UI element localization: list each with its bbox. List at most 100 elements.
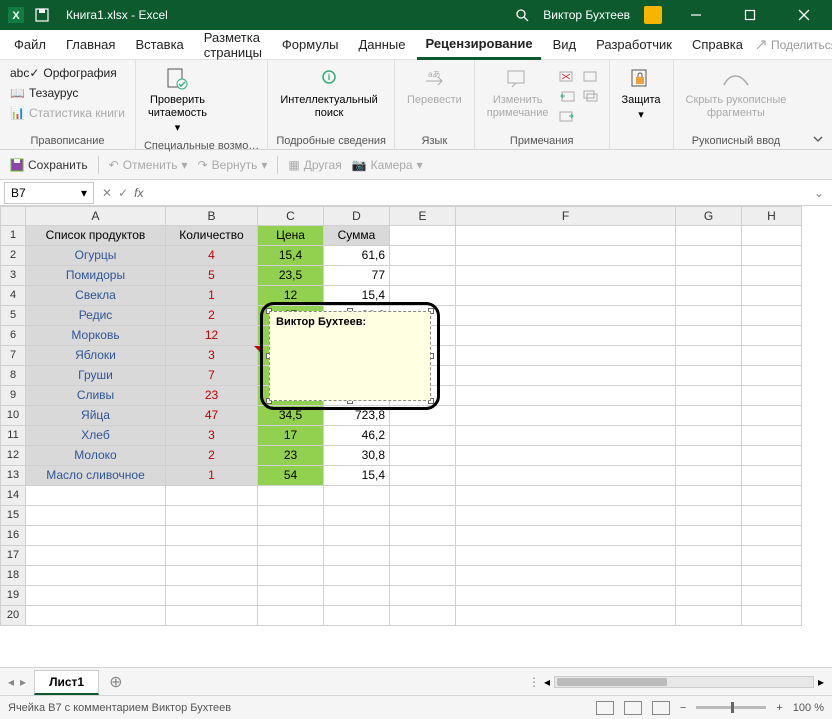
cell[interactable] bbox=[456, 566, 676, 586]
cell[interactable] bbox=[456, 386, 676, 406]
scroll-left[interactable]: ◂ bbox=[544, 675, 550, 689]
cell[interactable] bbox=[742, 306, 802, 326]
cell[interactable] bbox=[456, 606, 676, 626]
cell[interactable]: 1 bbox=[166, 286, 258, 306]
cell[interactable]: 61,6 bbox=[324, 246, 390, 266]
cell[interactable] bbox=[26, 546, 166, 566]
cell[interactable]: Сливы bbox=[26, 386, 166, 406]
cell[interactable] bbox=[390, 266, 456, 286]
row-header[interactable]: 11 bbox=[0, 426, 26, 446]
comment-popup[interactable]: Виктор Бухтеев: bbox=[260, 302, 440, 410]
cell[interactable] bbox=[676, 306, 742, 326]
col-header[interactable]: A bbox=[26, 206, 166, 226]
cell[interactable] bbox=[742, 446, 802, 466]
cell[interactable] bbox=[456, 586, 676, 606]
cell[interactable] bbox=[166, 586, 258, 606]
cell[interactable] bbox=[390, 606, 456, 626]
col-header[interactable]: F bbox=[456, 206, 676, 226]
cell[interactable] bbox=[166, 566, 258, 586]
cell[interactable] bbox=[456, 526, 676, 546]
zoom-slider[interactable] bbox=[696, 706, 766, 709]
cell[interactable] bbox=[676, 386, 742, 406]
col-header[interactable]: H bbox=[742, 206, 802, 226]
cell[interactable] bbox=[324, 566, 390, 586]
add-sheet-button[interactable]: ⊕ bbox=[99, 672, 132, 692]
collapse-ribbon-button[interactable] bbox=[804, 60, 832, 149]
cell[interactable]: Яблоки bbox=[26, 346, 166, 366]
tab-home[interactable]: Главная bbox=[58, 31, 123, 58]
name-box[interactable]: B7▾ bbox=[4, 182, 94, 204]
cell[interactable]: 17 bbox=[258, 426, 324, 446]
cell[interactable] bbox=[676, 326, 742, 346]
cell[interactable]: 46,2 bbox=[324, 426, 390, 446]
cell[interactable] bbox=[742, 466, 802, 486]
cell[interactable] bbox=[26, 606, 166, 626]
cell[interactable] bbox=[324, 526, 390, 546]
cell[interactable] bbox=[456, 226, 676, 246]
cell[interactable] bbox=[456, 506, 676, 526]
cell[interactable] bbox=[258, 526, 324, 546]
cell[interactable] bbox=[390, 426, 456, 446]
row-header[interactable]: 1 bbox=[0, 226, 26, 246]
cell[interactable] bbox=[742, 266, 802, 286]
cell[interactable] bbox=[676, 466, 742, 486]
row-header[interactable]: 3 bbox=[0, 266, 26, 286]
cell[interactable] bbox=[676, 246, 742, 266]
row-header[interactable]: 4 bbox=[0, 286, 26, 306]
tab-review[interactable]: Рецензирование bbox=[417, 30, 540, 60]
cell[interactable] bbox=[166, 506, 258, 526]
cell[interactable]: 2 bbox=[166, 306, 258, 326]
row-header[interactable]: 17 bbox=[0, 546, 26, 566]
cell[interactable] bbox=[676, 406, 742, 426]
search-icon[interactable] bbox=[515, 8, 529, 22]
cell[interactable]: 15,4 bbox=[258, 246, 324, 266]
cell[interactable] bbox=[742, 546, 802, 566]
col-header[interactable]: G bbox=[676, 206, 742, 226]
cell[interactable] bbox=[742, 386, 802, 406]
cell[interactable]: 30,8 bbox=[324, 446, 390, 466]
col-header[interactable]: C bbox=[258, 206, 324, 226]
cell[interactable] bbox=[26, 526, 166, 546]
cell[interactable] bbox=[390, 546, 456, 566]
cell[interactable] bbox=[456, 346, 676, 366]
sheet-nav-prev[interactable]: ◂ bbox=[8, 675, 14, 689]
cell[interactable]: Список продуктов bbox=[26, 226, 166, 246]
row-header[interactable]: 19 bbox=[0, 586, 26, 606]
thesaurus-button[interactable]: 📖Тезаурус bbox=[8, 84, 127, 102]
minimize-button[interactable] bbox=[676, 0, 716, 30]
close-button[interactable] bbox=[784, 0, 824, 30]
cell[interactable] bbox=[676, 366, 742, 386]
sheet-nav-next[interactable]: ▸ bbox=[20, 675, 26, 689]
cell[interactable] bbox=[324, 606, 390, 626]
cell[interactable] bbox=[258, 486, 324, 506]
cell[interactable] bbox=[742, 346, 802, 366]
save-button[interactable]: Сохранить bbox=[10, 158, 88, 172]
cell[interactable]: Масло сливочное bbox=[26, 466, 166, 486]
cell[interactable] bbox=[456, 546, 676, 566]
cell[interactable] bbox=[676, 566, 742, 586]
row-header[interactable]: 6 bbox=[0, 326, 26, 346]
cell[interactable] bbox=[742, 526, 802, 546]
cell[interactable] bbox=[390, 526, 456, 546]
cell[interactable]: 5 bbox=[166, 266, 258, 286]
cell[interactable]: Яйца bbox=[26, 406, 166, 426]
cell[interactable] bbox=[166, 526, 258, 546]
cell[interactable] bbox=[676, 266, 742, 286]
cell[interactable] bbox=[676, 526, 742, 546]
cell[interactable]: 54 bbox=[258, 466, 324, 486]
cell[interactable] bbox=[742, 566, 802, 586]
col-header[interactable]: E bbox=[390, 206, 456, 226]
horizontal-scrollbar[interactable] bbox=[554, 676, 814, 688]
page-layout-button[interactable] bbox=[624, 701, 642, 715]
cell[interactable] bbox=[676, 346, 742, 366]
spelling-button[interactable]: abc✓Орфография bbox=[8, 64, 127, 82]
cell[interactable] bbox=[456, 466, 676, 486]
cell[interactable]: Сумма bbox=[324, 226, 390, 246]
col-header[interactable]: D bbox=[324, 206, 390, 226]
cell[interactable] bbox=[26, 506, 166, 526]
cell[interactable] bbox=[390, 586, 456, 606]
row-header[interactable]: 2 bbox=[0, 246, 26, 266]
cell[interactable] bbox=[324, 486, 390, 506]
cell[interactable] bbox=[456, 426, 676, 446]
cell[interactable] bbox=[742, 366, 802, 386]
